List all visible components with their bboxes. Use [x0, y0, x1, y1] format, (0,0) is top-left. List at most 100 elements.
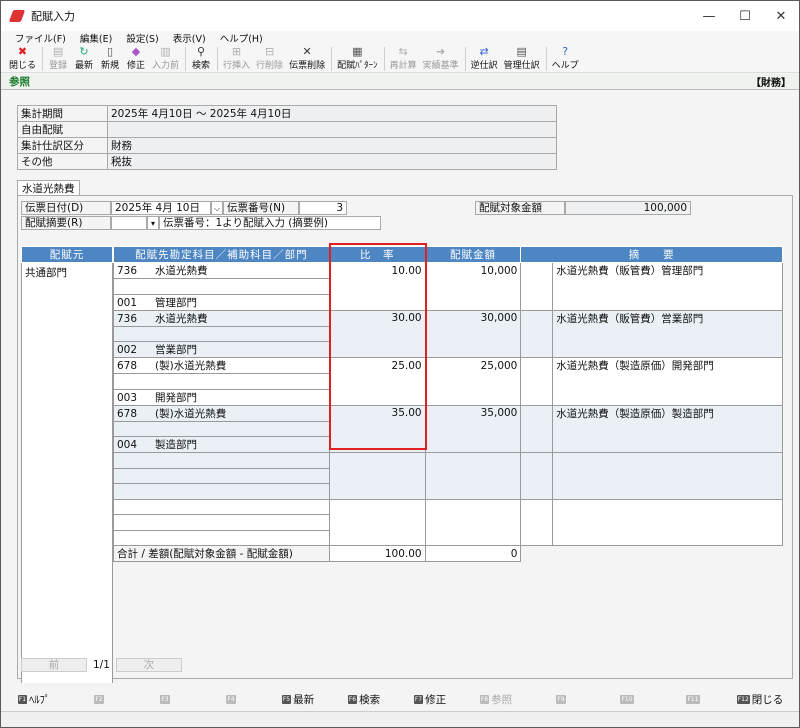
account-cell[interactable] — [113, 483, 330, 500]
fkey-f12[interactable]: F12 閉じる — [727, 692, 793, 707]
empty-cell[interactable] — [552, 468, 783, 484]
fkey-f5[interactable]: F5 最新 — [265, 692, 331, 707]
fkey-f11[interactable]: F11 — [661, 694, 727, 704]
desc-code-cell[interactable] — [520, 326, 554, 342]
account-cell[interactable] — [113, 421, 330, 437]
empty-cell[interactable] — [552, 514, 783, 530]
empty-cell[interactable] — [552, 452, 783, 468]
close-window-button[interactable]: ✕ — [763, 1, 799, 31]
desc-code-cell[interactable] — [520, 357, 554, 374]
fkey-f7[interactable]: F7 修正 — [397, 692, 463, 707]
empty-cell[interactable] — [520, 452, 554, 468]
account-cell[interactable]: 004 製造部門 — [113, 436, 330, 453]
desc-code-cell[interactable] — [520, 373, 554, 389]
empty-cell[interactable] — [520, 530, 554, 546]
fkey-f10[interactable]: F10 — [595, 694, 661, 704]
menu-item-3[interactable]: 表示(V) — [173, 31, 206, 45]
description-cell[interactable] — [552, 373, 783, 389]
empty-cell[interactable] — [520, 514, 554, 530]
toolbar-button-13[interactable]: ⇄ 逆仕訳 — [471, 45, 498, 71]
chevron-down-icon[interactable]: ⌵ — [211, 201, 223, 215]
account-cell[interactable]: 678 (製)水道光熱費 — [113, 405, 330, 422]
amount-cell[interactable]: 35,000 — [424, 405, 522, 421]
empty-cell[interactable] — [328, 499, 426, 515]
account-cell[interactable] — [113, 499, 330, 515]
fkey-f6[interactable]: F6 検索 — [331, 692, 397, 707]
account-cell[interactable]: 002 営業部門 — [113, 341, 330, 358]
empty-cell[interactable] — [424, 468, 522, 484]
amount-cell[interactable] — [424, 326, 522, 342]
amount-cell[interactable] — [424, 436, 522, 453]
fkey-f3[interactable]: F3 — [133, 694, 199, 704]
amount-cell[interactable] — [424, 421, 522, 437]
empty-cell[interactable] — [520, 468, 554, 484]
toolbar-button-2[interactable]: ↻ 最新 — [74, 45, 94, 71]
description-cell[interactable] — [552, 389, 783, 406]
empty-cell[interactable] — [424, 499, 522, 515]
description-cell[interactable] — [552, 294, 783, 311]
empty-cell[interactable] — [424, 483, 522, 500]
summary-field[interactable]: 伝票番号：1より配賦入力 (摘要例) — [159, 216, 381, 230]
toolbar-button-1[interactable]: ▤ 登録 — [48, 45, 68, 71]
empty-cell[interactable] — [552, 483, 783, 500]
toolbar-button-11[interactable]: ⇆ 再計算 — [390, 45, 417, 71]
account-cell[interactable]: 736 水道光熱費 — [113, 262, 330, 279]
next-page-button[interactable]: 次 — [115, 658, 182, 672]
empty-cell[interactable] — [424, 514, 522, 530]
desc-code-cell[interactable] — [520, 294, 554, 311]
toolbar-button-0[interactable]: ✖ 閉じる — [9, 45, 36, 71]
empty-cell[interactable] — [328, 514, 426, 530]
description-cell[interactable]: 水道光熱費（製造原価）製造部門 — [552, 405, 783, 421]
empty-cell[interactable] — [424, 530, 522, 546]
empty-cell[interactable] — [520, 499, 554, 515]
description-cell[interactable] — [552, 341, 783, 358]
account-cell[interactable] — [113, 326, 330, 342]
desc-code-cell[interactable] — [520, 310, 554, 326]
menu-item-2[interactable]: 設定(S) — [126, 31, 158, 45]
empty-cell[interactable] — [328, 483, 426, 500]
summary-code-field[interactable] — [111, 216, 147, 230]
empty-cell[interactable] — [424, 452, 522, 468]
toolbar-button-4[interactable]: ◆ 修正 — [126, 45, 146, 71]
description-cell[interactable]: 水道光熱費（販管費）営業部門 — [552, 310, 783, 326]
account-cell[interactable] — [113, 278, 330, 295]
account-cell[interactable]: 003 開発部門 — [113, 389, 330, 406]
amount-cell[interactable]: 30,000 — [424, 310, 522, 326]
account-cell[interactable]: 001 管理部門 — [113, 294, 330, 311]
slip-number-field[interactable]: 3 — [299, 201, 347, 215]
toolbar-button-7[interactable]: ⊞ 行挿入 — [223, 45, 250, 71]
desc-code-cell[interactable] — [520, 341, 554, 358]
account-cell[interactable] — [113, 452, 330, 469]
empty-cell[interactable] — [552, 499, 783, 515]
menu-item-0[interactable]: ファイル(F) — [15, 31, 66, 45]
toolbar-button-3[interactable]: ▯ 新規 — [100, 45, 120, 71]
toolbar-button-6[interactable]: ⚲ 検索 — [191, 45, 211, 71]
toolbar-button-14[interactable]: ▤ 管理仕訳 — [504, 45, 540, 71]
toolbar-button-12[interactable]: ➜ 実績基準 — [423, 45, 459, 71]
amount-cell[interactable] — [424, 373, 522, 389]
account-cell[interactable]: 678 (製)水道光熱費 — [113, 357, 330, 374]
dropdown-icon[interactable]: ▾ — [147, 216, 159, 230]
description-cell[interactable] — [552, 326, 783, 342]
tab-utilities[interactable]: 水道光熱費 — [17, 180, 80, 196]
slip-date-field[interactable]: 2025年 4月 10日 — [111, 201, 211, 215]
fkey-f8[interactable]: F8 参照 — [463, 692, 529, 707]
empty-cell[interactable] — [328, 468, 426, 484]
fkey-f9[interactable]: F9 — [529, 694, 595, 704]
menu-item-1[interactable]: 編集(E) — [80, 31, 112, 45]
toolbar-button-10[interactable]: ▦ 配賦ﾊﾟﾀｰﾝ — [337, 45, 378, 71]
empty-cell[interactable] — [552, 530, 783, 546]
description-cell[interactable]: 水道光熱費（製造原価）開発部門 — [552, 357, 783, 374]
empty-cell[interactable] — [520, 483, 554, 500]
description-cell[interactable] — [552, 421, 783, 437]
amount-cell[interactable] — [424, 294, 522, 311]
account-cell[interactable] — [113, 530, 330, 546]
desc-code-cell[interactable] — [520, 436, 554, 453]
toolbar-button-5[interactable]: ▥ 入力前 — [152, 45, 179, 71]
amount-cell[interactable] — [424, 389, 522, 406]
desc-code-cell[interactable] — [520, 262, 554, 279]
source-dept-cell[interactable]: 共通部門 — [21, 262, 113, 683]
fkey-f4[interactable]: F4 — [199, 694, 265, 704]
account-cell[interactable] — [113, 468, 330, 484]
empty-cell[interactable] — [328, 452, 426, 468]
